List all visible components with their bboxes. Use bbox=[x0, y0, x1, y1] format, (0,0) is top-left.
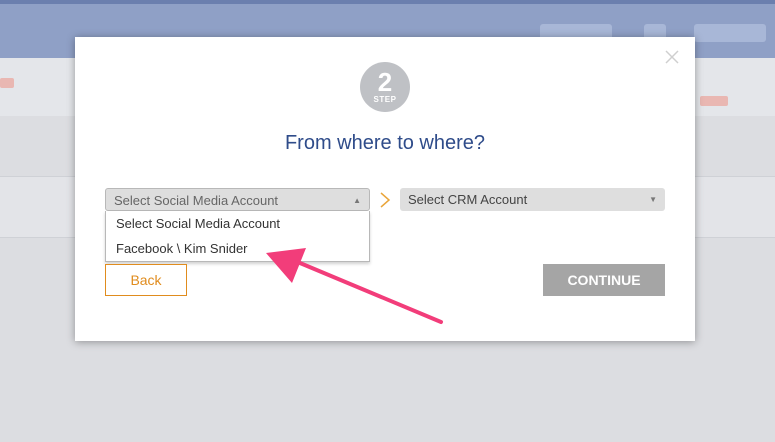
social-media-account-select[interactable]: Select Social Media Account ▲ bbox=[105, 188, 370, 211]
caret-up-icon: ▲ bbox=[353, 196, 361, 205]
dropdown-option-facebook[interactable]: Facebook \ Kim Snider bbox=[106, 236, 369, 261]
header-nav-item bbox=[694, 24, 766, 42]
dropdown-option[interactable]: Select Social Media Account bbox=[106, 211, 369, 236]
modal-title: From where to where? bbox=[284, 132, 486, 154]
step-number: 2 bbox=[377, 67, 393, 97]
back-button[interactable]: Back bbox=[105, 264, 187, 296]
caret-down-icon: ▼ bbox=[649, 195, 657, 204]
bg-accent bbox=[0, 78, 14, 88]
step-label: STEP bbox=[373, 95, 397, 104]
crm-account-select[interactable]: Select CRM Account ▼ bbox=[400, 188, 665, 211]
step-modal: 2 STEP From where to where? Select Socia… bbox=[75, 37, 695, 341]
social-media-dropdown: Select Social Media Account Facebook \ K… bbox=[105, 211, 370, 262]
crm-select-value: Select CRM Account bbox=[408, 192, 528, 207]
step-badge: 2 STEP bbox=[360, 62, 410, 112]
close-icon bbox=[665, 50, 679, 64]
continue-button[interactable]: CONTINUE bbox=[543, 264, 665, 296]
social-select-value: Select Social Media Account bbox=[114, 193, 279, 208]
bg-accent bbox=[700, 96, 728, 106]
close-button[interactable] bbox=[664, 49, 680, 65]
chevron-right-icon bbox=[380, 192, 391, 208]
